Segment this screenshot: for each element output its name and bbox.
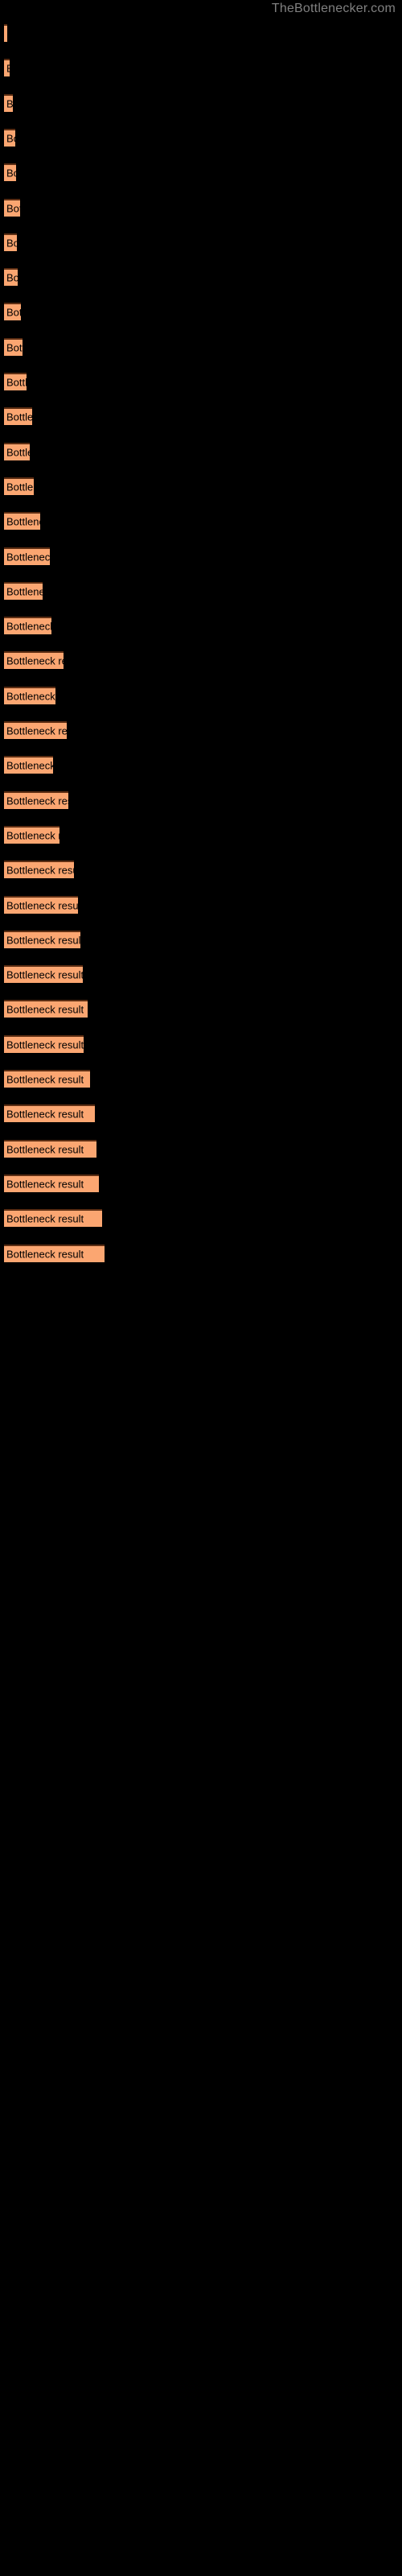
bar-label: Bottleneck result bbox=[6, 934, 80, 947]
bar-label: Bottleneck result bbox=[6, 63, 10, 75]
bar-label: Bottleneck result bbox=[6, 968, 83, 981]
bar-label: Bottleneck result bbox=[6, 1178, 84, 1191]
bar-label: Bottleneck result bbox=[6, 690, 55, 703]
bar-label: Bottleneck result bbox=[6, 202, 20, 215]
bar-label: Bottleneck result bbox=[6, 759, 53, 772]
bar[interactable]: Bottleneck result bbox=[4, 1104, 95, 1123]
bar-label: Bottleneck result bbox=[6, 132, 15, 145]
bar[interactable]: Bottleneck result bbox=[4, 581, 43, 600]
bar[interactable]: Bottleneck result bbox=[4, 756, 53, 774]
chart-page: TheBottlenecker.com Bottleneck resultBot… bbox=[0, 0, 402, 2576]
bar[interactable]: Bottleneck result bbox=[4, 651, 64, 670]
bar[interactable]: Bottleneck result bbox=[4, 24, 7, 42]
bar[interactable]: Bottleneck result bbox=[4, 512, 40, 530]
bar-label: Bottleneck result bbox=[6, 1073, 84, 1086]
bar-label: Bottleneck result bbox=[6, 481, 34, 493]
bar-label: Bottleneck result bbox=[6, 97, 13, 110]
bar-label: Bottleneck result bbox=[6, 899, 78, 912]
bar[interactable]: Bottleneck result bbox=[4, 825, 59, 844]
bar[interactable]: Bottleneck result bbox=[4, 1209, 102, 1228]
bar[interactable]: Bottleneck result bbox=[4, 442, 30, 460]
bar[interactable]: Bottleneck result bbox=[4, 617, 51, 635]
bar-label: Bottleneck result bbox=[6, 1004, 84, 1017]
bar[interactable]: Bottleneck result bbox=[4, 547, 50, 565]
bar-label: Bottleneck result bbox=[6, 655, 64, 668]
bar[interactable]: Bottleneck result bbox=[4, 861, 74, 879]
bar[interactable]: Bottleneck result bbox=[4, 477, 34, 495]
bar[interactable]: Bottleneck result bbox=[4, 233, 17, 251]
bar[interactable]: Bottleneck result bbox=[4, 1000, 88, 1018]
bar[interactable]: Bottleneck result bbox=[4, 337, 23, 356]
bar-label: Bottleneck result bbox=[6, 341, 23, 354]
bar[interactable]: Bottleneck result bbox=[4, 128, 15, 147]
bar-label: Bottleneck result bbox=[6, 307, 21, 320]
bar-label: Bottleneck result bbox=[6, 1038, 84, 1051]
bar[interactable]: Bottleneck result bbox=[4, 1034, 84, 1053]
bar[interactable]: Bottleneck result bbox=[4, 407, 32, 426]
bar[interactable]: Bottleneck result bbox=[4, 163, 16, 182]
bar-label: Bottleneck result bbox=[6, 795, 68, 807]
bar-label: Bottleneck result bbox=[6, 167, 16, 180]
bar-label: Bottleneck result bbox=[6, 724, 67, 737]
bar-label: Bottleneck result bbox=[6, 1108, 84, 1121]
bar-label: Bottleneck result bbox=[6, 515, 40, 528]
bar[interactable]: Bottleneck result bbox=[4, 373, 27, 390]
bar[interactable]: Bottleneck result bbox=[4, 59, 10, 77]
bar-label: Bottleneck result bbox=[6, 376, 27, 389]
bar-label: Bottleneck result bbox=[6, 585, 43, 598]
bar[interactable]: Bottleneck result bbox=[4, 93, 13, 112]
bar[interactable]: Bottleneck result bbox=[4, 791, 68, 809]
bar[interactable]: Bottleneck result bbox=[4, 721, 67, 739]
bar-label: Bottleneck result bbox=[6, 271, 18, 284]
bar-label: Bottleneck result bbox=[6, 1212, 84, 1225]
bar-label: Bottleneck result bbox=[6, 864, 74, 877]
bar-label: Bottleneck result bbox=[6, 620, 51, 633]
bar-label: Bottleneck result bbox=[6, 28, 7, 40]
bar-label: Bottleneck result bbox=[6, 829, 59, 842]
bar[interactable]: Bottleneck result bbox=[4, 1139, 96, 1158]
bar[interactable]: Bottleneck result bbox=[4, 1174, 99, 1192]
bar-label: Bottleneck result bbox=[6, 411, 32, 423]
bar[interactable]: Bottleneck result bbox=[4, 930, 80, 948]
bar[interactable]: Bottleneck result bbox=[4, 965, 83, 984]
bar-chart: Bottleneck result Bottleneck result Bottle… bbox=[0, 0, 402, 2576]
bar[interactable]: Bottleneck result bbox=[4, 198, 20, 217]
bar-label: Bottleneck result bbox=[6, 446, 30, 459]
bar-label: Bottleneck result bbox=[6, 237, 17, 250]
bar[interactable]: Bottleneck result bbox=[4, 1070, 90, 1088]
bar[interactable]: Bottleneck result bbox=[4, 268, 18, 287]
bar[interactable]: Bottleneck result bbox=[4, 303, 21, 321]
bar[interactable]: Bottleneck result bbox=[4, 686, 55, 704]
bar[interactable]: Bottleneck result bbox=[4, 1244, 105, 1262]
bar-label: Bottleneck result bbox=[6, 551, 50, 564]
bar-label: Bottleneck result bbox=[6, 1248, 84, 1261]
bar-label: Bottleneck result bbox=[6, 1143, 84, 1156]
bar[interactable]: Bottleneck result bbox=[4, 895, 78, 914]
